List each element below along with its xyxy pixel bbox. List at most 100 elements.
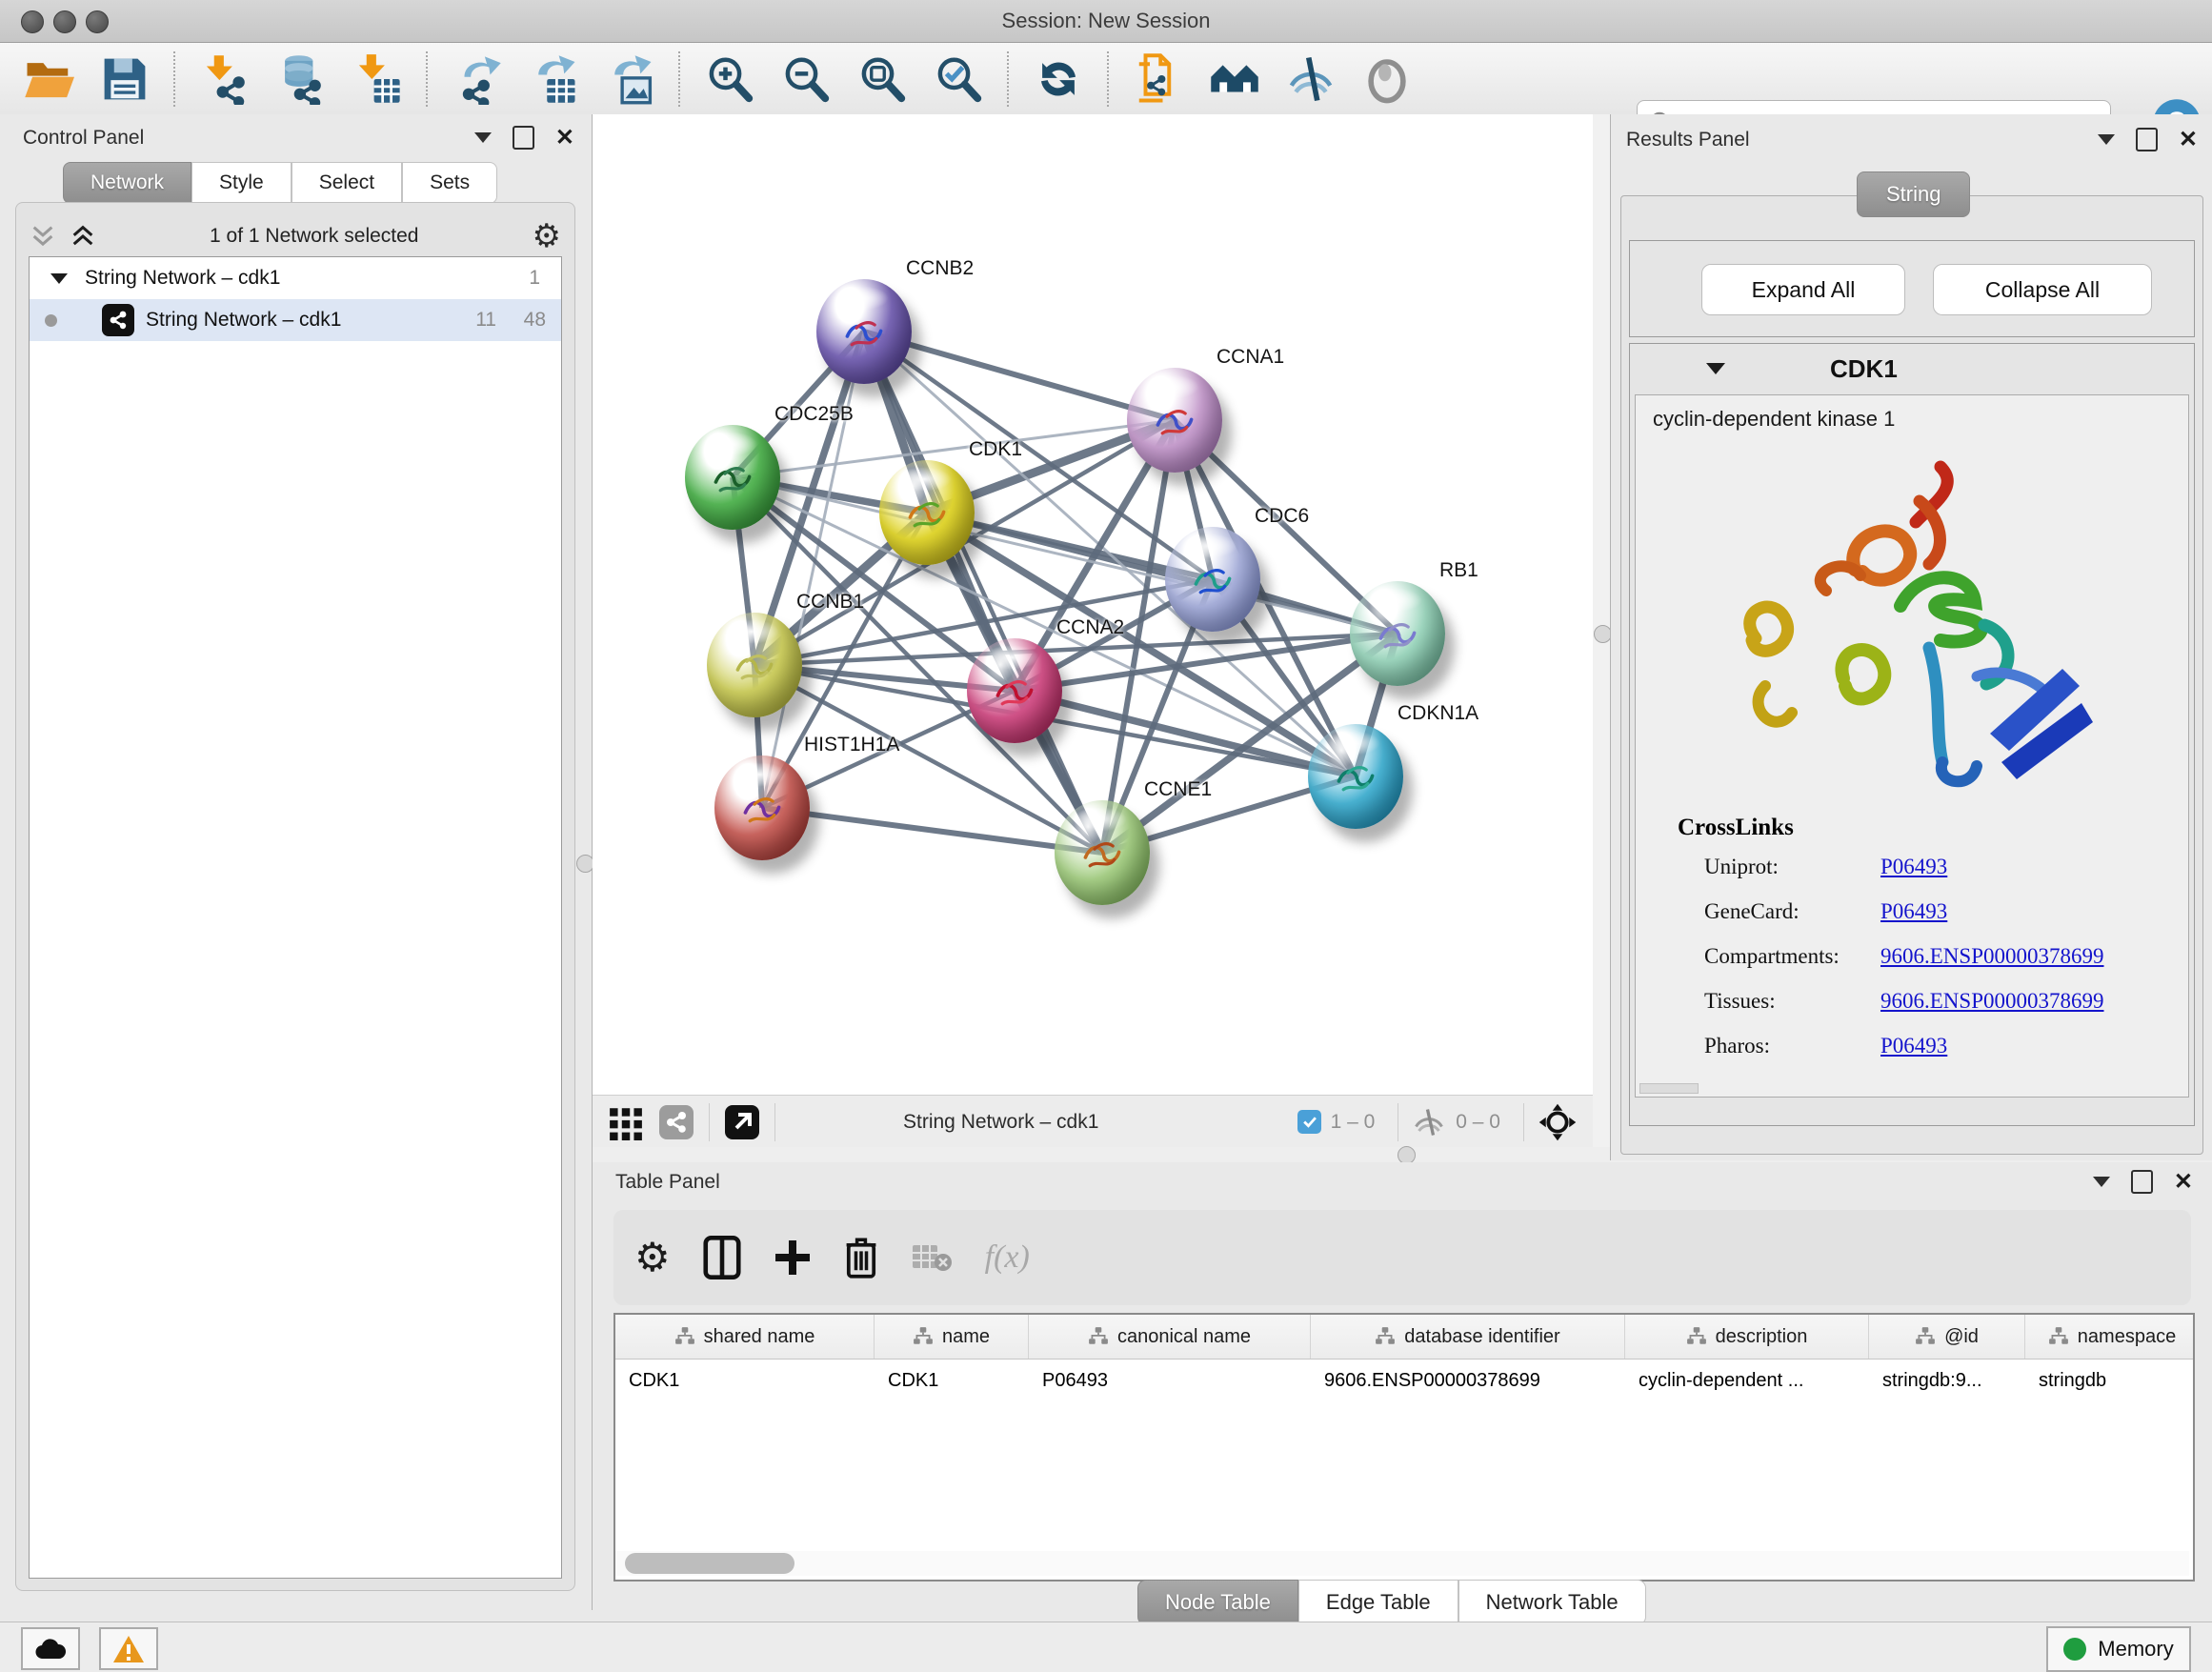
gear-icon[interactable]: ⚙ <box>533 220 561 252</box>
houses-icon[interactable] <box>1209 53 1260 105</box>
network-node-CCNE1[interactable] <box>1055 800 1150 905</box>
column-header-4[interactable]: description <box>1625 1315 1869 1359</box>
table-cell-5[interactable]: stringdb:9... <box>1869 1370 2025 1392</box>
tree-row-network[interactable]: String Network – cdk1 11 48 <box>30 299 561 341</box>
table-cell-4[interactable]: cyclin-dependent ... <box>1625 1370 1869 1392</box>
crosslink-pharos-link[interactable]: P06493 <box>1880 1034 1947 1058</box>
crosslink-uniprot-link[interactable]: P06493 <box>1880 855 1947 879</box>
show-columns-icon[interactable] <box>703 1236 741 1279</box>
table-cell-2[interactable]: P06493 <box>1029 1370 1311 1392</box>
maximize-panel-icon[interactable] <box>2136 128 2158 151</box>
delete-column-icon[interactable] <box>844 1237 878 1279</box>
tab-network[interactable]: Network <box>63 162 191 204</box>
import-network-database-icon[interactable] <box>275 53 327 105</box>
table-cell-0[interactable]: CDK1 <box>615 1370 875 1392</box>
save-session-icon[interactable] <box>99 53 151 105</box>
network-node-CDC6[interactable] <box>1165 527 1260 632</box>
network-edge-HIST1H1A-CCNE1[interactable] <box>762 808 1102 853</box>
column-header-1[interactable]: name <box>875 1315 1029 1359</box>
close-panel-icon[interactable]: ✕ <box>2174 1171 2193 1194</box>
hidden-eye-icon <box>1412 1108 1446 1137</box>
column-header-5[interactable]: @id <box>1869 1315 2025 1359</box>
maximize-panel-icon[interactable] <box>2131 1170 2153 1194</box>
grid-view-icon[interactable] <box>608 1104 644 1140</box>
close-panel-icon[interactable]: ✕ <box>2179 129 2198 151</box>
zoom-selected-icon[interactable] <box>933 53 984 105</box>
float-panel-icon[interactable] <box>474 132 492 143</box>
protein-thumbnail <box>694 440 771 516</box>
import-network-file-icon[interactable] <box>199 53 251 105</box>
float-panel-icon[interactable] <box>2098 134 2115 145</box>
refresh-icon[interactable] <box>1033 53 1084 105</box>
column-header-2[interactable]: canonical name <box>1029 1315 1311 1359</box>
network-canvas[interactable]: CCNB2 CCNA1 CDC25B CDK1 CDC6 RB1 CCNB1 C… <box>593 114 1593 1095</box>
zoom-out-icon[interactable] <box>780 53 832 105</box>
float-panel-icon[interactable] <box>2093 1177 2110 1187</box>
tab-string[interactable]: String <box>1857 171 1970 217</box>
column-header-6[interactable]: namespace <box>2025 1315 2195 1359</box>
network-node-CDK1[interactable] <box>879 460 975 565</box>
network-node-HIST1H1A[interactable] <box>714 755 810 860</box>
table-settings-gear-icon[interactable]: ⚙ <box>634 1238 671 1278</box>
memory-button[interactable]: Memory <box>2046 1626 2191 1672</box>
network-list-icon[interactable] <box>657 1103 695 1141</box>
collapse-gene-icon[interactable] <box>1706 363 1725 374</box>
maximize-panel-icon[interactable] <box>513 126 534 150</box>
node-table[interactable]: shared name name canonical name database… <box>613 1313 2195 1581</box>
detach-view-icon[interactable] <box>723 1103 761 1141</box>
network-node-RB1[interactable] <box>1350 581 1445 686</box>
table-cell-1[interactable]: CDK1 <box>875 1370 1029 1392</box>
network-node-CCNA2[interactable] <box>967 638 1062 743</box>
network-node-CCNA1[interactable] <box>1127 368 1222 473</box>
selected-checkbox[interactable] <box>1297 1110 1321 1134</box>
warnings-button[interactable] <box>99 1627 158 1670</box>
results-scrollbar-thumb[interactable] <box>1639 1083 1699 1094</box>
column-header-0[interactable]: shared name <box>615 1315 875 1359</box>
add-column-icon[interactable] <box>774 1239 812 1277</box>
tab-network-table[interactable]: Network Table <box>1458 1580 1646 1625</box>
collapse-all-button[interactable]: Collapse All <box>1933 264 2152 315</box>
network-edge-CDK1-RB1[interactable] <box>927 513 1398 634</box>
network-file-icon[interactable] <box>1133 53 1184 105</box>
network-edge-CCNB2-CCNE1[interactable] <box>864 332 1102 853</box>
collapse-all-icon[interactable] <box>30 222 56 251</box>
close-panel-icon[interactable]: ✕ <box>555 127 574 150</box>
network-node-CDC25B[interactable] <box>685 425 780 530</box>
table-row[interactable]: CDK1CDK1P064939606.ENSP00000378699cyclin… <box>615 1360 2193 1401</box>
birdseye-toggle-icon[interactable] <box>1538 1102 1578 1142</box>
tab-node-table[interactable]: Node Table <box>1137 1580 1298 1625</box>
zoom-in-icon[interactable] <box>704 53 755 105</box>
control-panel-tabs: Network Style Select Sets <box>63 162 497 204</box>
tab-sets[interactable]: Sets <box>402 162 497 204</box>
tree-row-collection[interactable]: String Network – cdk1 1 <box>30 257 561 299</box>
crosslink-genecard-link[interactable]: P06493 <box>1880 899 1947 924</box>
column-type-icon <box>1088 1326 1109 1347</box>
open-session-icon[interactable] <box>23 53 74 105</box>
table-cell-3[interactable]: 9606.ENSP00000378699 <box>1311 1370 1625 1392</box>
network-node-CCNB1[interactable] <box>707 613 802 717</box>
tab-edge-table[interactable]: Edge Table <box>1298 1580 1458 1625</box>
crosslink-compartments-link[interactable]: 9606.ENSP00000378699 <box>1880 944 2104 969</box>
table-hscrollbar[interactable] <box>615 1551 2189 1576</box>
birdseye-view-icon[interactable] <box>1361 53 1413 105</box>
zoom-fit-icon[interactable] <box>856 53 908 105</box>
expand-all-icon[interactable] <box>70 222 96 251</box>
tree-expand-icon[interactable] <box>50 273 68 284</box>
column-header-3[interactable]: database identifier <box>1311 1315 1625 1359</box>
tab-select[interactable]: Select <box>292 162 402 204</box>
crosslink-tissues-link[interactable]: 9606.ENSP00000378699 <box>1880 989 2104 1014</box>
export-table-icon[interactable] <box>528 53 579 105</box>
tab-style[interactable]: Style <box>191 162 292 204</box>
cloud-button[interactable] <box>21 1627 80 1670</box>
hide-graphics-details-icon[interactable] <box>1285 53 1337 105</box>
gene-section-header[interactable]: CDK1 <box>1630 344 2194 393</box>
network-node-CCNB2[interactable] <box>816 279 912 384</box>
table-hscrollbar-thumb[interactable] <box>625 1553 794 1574</box>
table-cell-6[interactable]: stringdb <box>2025 1370 2195 1392</box>
network-node-CDKN1A[interactable] <box>1308 724 1403 829</box>
protein-thumbnail <box>1175 542 1251 618</box>
expand-all-button[interactable]: Expand All <box>1701 264 1905 315</box>
import-table-icon[interactable] <box>352 53 403 105</box>
export-network-icon[interactable] <box>452 53 503 105</box>
export-image-icon[interactable] <box>604 53 655 105</box>
